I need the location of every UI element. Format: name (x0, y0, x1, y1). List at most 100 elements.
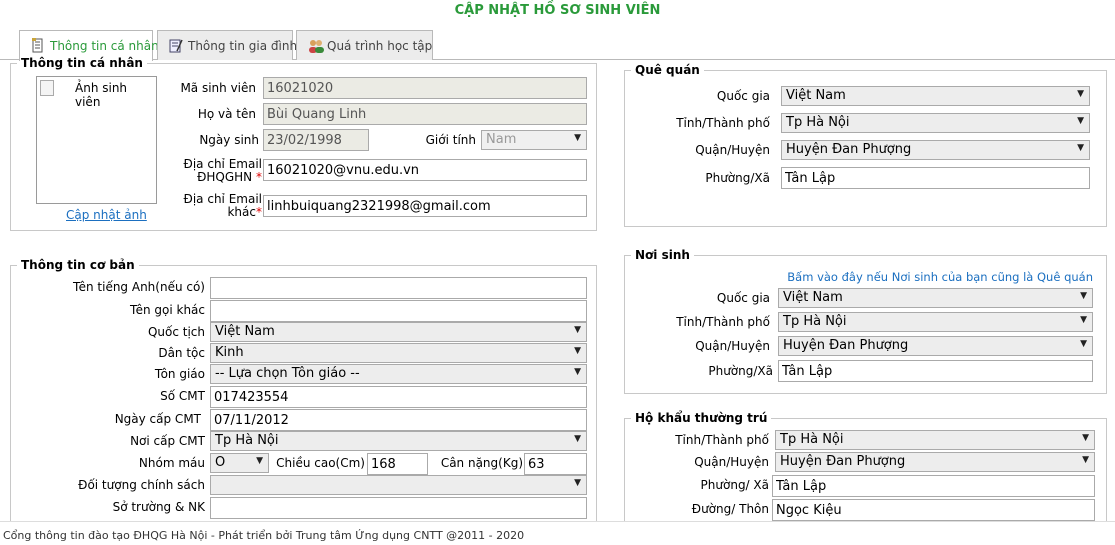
chevron-down-icon: ▼ (1077, 116, 1084, 126)
student-photo: Ảnh sinh viên (36, 76, 157, 204)
weight-field[interactable] (524, 453, 587, 475)
chevron-down-icon: ▼ (1082, 433, 1089, 443)
email-vnu-field[interactable] (263, 159, 587, 181)
section-title: Hộ khẩu thường trú (635, 411, 768, 425)
gender-value: Nam (486, 132, 517, 147)
birthplace-province-select[interactable]: Tp Hà Nội ▼ (778, 312, 1093, 332)
footer: Cổng thông tin đào tạo ĐHQG Hà Nội - Phá… (0, 521, 1115, 545)
hometown-ward-field[interactable] (781, 167, 1090, 189)
birthplace-ward-field[interactable] (778, 360, 1093, 382)
gender-label: Giới tính (425, 133, 476, 147)
nationality-select[interactable]: Việt Nam ▼ (210, 322, 587, 342)
tab-label: Thông tin gia đình (188, 39, 298, 53)
birthplace-country-select[interactable]: Việt Nam ▼ (778, 288, 1093, 308)
residence-street-field[interactable] (772, 499, 1095, 521)
hometown-province-label: Tỉnh/Thành phố (676, 116, 770, 130)
dob-label: Ngày sinh (199, 133, 259, 147)
chevron-down-icon: ▼ (256, 456, 263, 466)
users-icon (307, 38, 324, 53)
email-vnu-label: Địa chỉ Email ĐHQGHN * (183, 157, 262, 184)
id-date-field[interactable] (210, 409, 587, 431)
residence-district-select[interactable]: Huyện Đan Phượng ▼ (775, 452, 1095, 472)
nickname-field[interactable] (210, 300, 587, 322)
photo-alt-text: Ảnh sinh viên (75, 81, 128, 109)
hometown-district-label: Quận/Huyện (695, 143, 770, 157)
policy-select[interactable]: ▼ (210, 475, 587, 495)
residence-ward-field[interactable] (772, 475, 1095, 497)
tab-label: Thông tin cá nhân (50, 39, 159, 53)
blood-type-value: O (215, 455, 226, 470)
chevron-down-icon: ▼ (1077, 89, 1084, 99)
religion-value: -- Lựa chọn Tôn giáo -- (215, 366, 360, 381)
residence-province-select[interactable]: Tp Hà Nội ▼ (775, 430, 1095, 450)
talent-field[interactable] (210, 497, 587, 519)
section-title: Quê quán (635, 63, 700, 77)
birthplace-district-value: Huyện Đan Phượng (783, 338, 909, 353)
english-name-label: Tên tiếng Anh(nếu có) (72, 280, 205, 294)
chevron-down-icon: ▼ (1082, 455, 1089, 465)
chevron-down-icon: ▼ (574, 478, 581, 488)
blood-type-select[interactable]: O ▼ (210, 453, 269, 473)
hometown-province-select[interactable]: Tp Hà Nội ▼ (781, 113, 1090, 133)
height-field[interactable] (367, 453, 428, 475)
birthplace-district-select[interactable]: Huyện Đan Phượng ▼ (778, 336, 1093, 356)
id-place-label: Nơi cấp CMT (130, 434, 205, 448)
birthplace-province-label: Tỉnh/Thành phố (676, 315, 770, 329)
dob-field[interactable] (263, 129, 369, 151)
residence-street-label: Đường/ Thôn (691, 502, 769, 516)
student-id-label: Mã sinh viên (180, 81, 256, 95)
religion-select[interactable]: -- Lựa chọn Tôn giáo -- ▼ (210, 364, 587, 384)
section-title: Nơi sinh (635, 248, 690, 262)
ethnicity-select[interactable]: Kinh ▼ (210, 343, 587, 363)
ethnicity-label: Dân tộc (158, 346, 205, 360)
hometown-country-select[interactable]: Việt Nam ▼ (781, 86, 1090, 106)
religion-label: Tôn giáo (154, 367, 205, 381)
blood-type-label: Nhóm máu (138, 456, 205, 470)
id-place-select[interactable]: Tp Hà Nội ▼ (210, 431, 587, 451)
broken-image-icon (40, 80, 54, 96)
english-name-field[interactable] (210, 277, 587, 299)
hometown-country-value: Việt Nam (786, 88, 846, 103)
full-name-label: Họ và tên (197, 107, 256, 121)
talent-label: Sở trường & NK (112, 500, 205, 514)
chevron-down-icon: ▼ (574, 434, 581, 444)
id-number-label: Số CMT (160, 389, 205, 403)
residence-province-value: Tp Hà Nội (780, 432, 844, 447)
notepad-icon (168, 38, 183, 53)
chevron-down-icon: ▼ (574, 346, 581, 356)
document-icon (30, 38, 45, 53)
birthplace-country-label: Quốc gia (716, 291, 770, 305)
section-title: Thông tin cơ bản (21, 258, 135, 272)
email-other-label: Địa chỉ Email khác* (183, 192, 262, 219)
same-as-hometown-link[interactable]: Bấm vào đây nếu Nơi sinh của bạn cũng là… (787, 270, 1093, 284)
section-title: Thông tin cá nhân (21, 56, 143, 70)
update-photo-link[interactable]: Cập nhật ảnh (66, 208, 147, 222)
birthplace-district-label: Quận/Huyện (695, 339, 770, 353)
birthplace-country-value: Việt Nam (783, 290, 843, 305)
residence-district-label: Quận/Huyện (694, 455, 769, 469)
hometown-province-value: Tp Hà Nội (786, 115, 850, 130)
chevron-down-icon: ▼ (574, 367, 581, 377)
residence-ward-label: Phường/ Xã (700, 478, 769, 492)
id-date-label: Ngày cấp CMT (114, 412, 201, 426)
nationality-label: Quốc tịch (147, 325, 205, 339)
chevron-down-icon: ▼ (574, 325, 581, 335)
id-place-value: Tp Hà Nội (215, 433, 279, 448)
chevron-down-icon: ▼ (1077, 143, 1084, 153)
student-id-field[interactable] (263, 77, 587, 99)
nationality-value: Việt Nam (215, 324, 275, 339)
email-other-field[interactable] (263, 195, 587, 217)
gender-select[interactable]: Nam ▼ (481, 130, 587, 150)
hometown-district-select[interactable]: Huyện Đan Phượng ▼ (781, 140, 1090, 160)
nickname-label: Tên gọi khác (129, 303, 205, 317)
chevron-down-icon: ▼ (1080, 315, 1087, 325)
full-name-field[interactable] (263, 103, 587, 125)
residence-district-value: Huyện Đan Phượng (780, 454, 906, 469)
ethnicity-value: Kinh (215, 345, 244, 360)
hometown-country-label: Quốc gia (716, 89, 770, 103)
residence-province-label: Tỉnh/Thành phố (675, 433, 769, 447)
hometown-ward-label: Phường/Xã (705, 171, 770, 185)
policy-label: Đối tượng chính sách (78, 478, 205, 492)
id-number-field[interactable] (210, 386, 587, 408)
tab-label: Quá trình học tập (327, 39, 433, 53)
